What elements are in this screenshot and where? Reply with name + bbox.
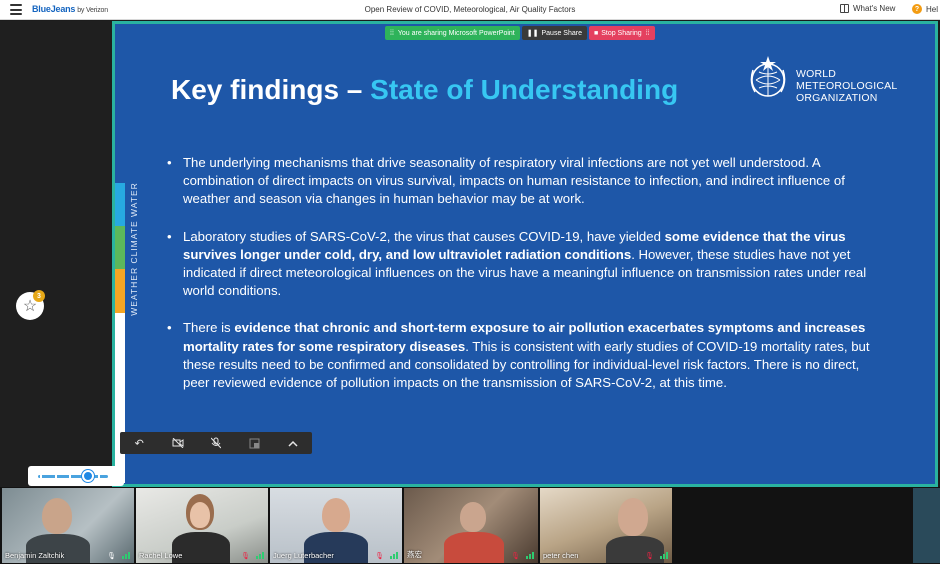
signal-icon [390, 552, 398, 559]
wmo-text: WORLD METEOROLOGICAL ORGANIZATION [796, 68, 897, 104]
slide-title: Key findings – State of Understanding [171, 74, 678, 106]
org-line: ORGANIZATION [796, 92, 878, 104]
org-line: WORLD [796, 68, 837, 80]
help-label: Hel [926, 4, 939, 14]
signal-icon [256, 552, 264, 559]
title-highlight: State of Understanding [370, 74, 679, 105]
mic-off-icon: 🎙 [375, 553, 384, 560]
top-bar: BlueJeans by Verizon Open Review of COVID… [0, 0, 940, 20]
participant-name: 燕宏 [407, 550, 422, 559]
window-title: Open Review of COVID, Meteorological, Ai… [364, 5, 576, 14]
participant-name: peter chen [543, 551, 579, 560]
participant-tile[interactable]: peter chen 🎙 [540, 488, 672, 563]
bullet-item: The underlying mechanisms that drive sea… [167, 154, 887, 209]
title-part1: Key findings – [171, 74, 363, 105]
pause-share-button[interactable]: ❚❚ Pause Share [521, 26, 587, 40]
gift-icon [840, 4, 849, 13]
presenter-toolbar: ↶ [120, 432, 312, 454]
share-bar: ⁞⁞ You are sharing Microsoft PowerPoint ❚… [385, 26, 655, 40]
stop-icon: ■ [593, 29, 599, 37]
participant-tile[interactable]: 燕宏 🎙 [404, 488, 538, 563]
stop-sharing-label: Stop Sharing [601, 29, 642, 37]
chevron-up-icon[interactable] [286, 436, 300, 450]
signal-icon [122, 552, 130, 559]
whats-new-button[interactable]: What's New [840, 4, 895, 13]
mic-off-icon: 🎙 [241, 553, 250, 560]
org-line: METEOROLOGICAL [796, 80, 898, 92]
climate-bar [115, 226, 125, 269]
favorite-badge: 3 [33, 290, 45, 302]
signal-icon [526, 552, 534, 559]
volume-knob[interactable] [82, 470, 94, 482]
pause-icon: ❚❚ [526, 30, 539, 37]
bullet-item: Laboratory studies of SARS-CoV-2, the vi… [167, 228, 887, 301]
participant-name: Juerg Luterbacher [273, 551, 334, 560]
stop-sharing-button[interactable]: ■ Stop Sharing ⁞⁞ [588, 26, 655, 40]
water-bar [115, 183, 125, 226]
shared-slide: ⁞⁞ You are sharing Microsoft PowerPoint ❚… [112, 21, 938, 487]
bullet-list: The underlying mechanisms that drive sea… [167, 154, 887, 411]
pause-share-label: Pause Share [541, 29, 582, 37]
mic-off-icon: 🎙 [511, 553, 520, 560]
grip-icon: ⁞⁞ [645, 29, 650, 37]
side-label: WEATHER CLIMATE WATER [129, 182, 140, 316]
mic-off-icon: 🎙 [645, 553, 654, 560]
layout-icon[interactable] [247, 436, 261, 450]
white-bar [115, 313, 125, 483]
left-pane [0, 21, 112, 487]
weather-bar [115, 269, 125, 313]
video-off-icon[interactable] [171, 436, 185, 450]
help-button[interactable]: ? Hel [912, 4, 938, 14]
grip-icon: ⁞⁞ [390, 29, 394, 37]
participant-tile[interactable]: Benjamin Zaltchik 🎙 [2, 488, 134, 563]
wmo-logo-block: WORLD METEOROLOGICAL ORGANIZATION [745, 54, 897, 104]
wmo-logo-icon [750, 56, 786, 97]
participant-name: Benjamin Zaltchik [5, 551, 65, 560]
mic-off-icon[interactable] [209, 436, 223, 450]
participant-tile[interactable]: Juerg Luterbacher 🎙 [270, 488, 402, 563]
participant-name: Rachel Lowe [139, 551, 183, 560]
volume-slider[interactable] [28, 466, 124, 486]
signal-icon [660, 552, 668, 559]
mic-icon: 🎙 [107, 553, 116, 560]
participant-gallery: Benjamin Zaltchik 🎙 Rachel Lowe 🎙 Juerg … [0, 487, 940, 564]
sharing-status: ⁞⁞ You are sharing Microsoft PowerPoint [385, 26, 520, 40]
participant-tile-partial[interactable] [913, 488, 940, 563]
back-icon[interactable]: ↶ [132, 436, 146, 450]
participant-tile[interactable]: Rachel Lowe 🎙 [136, 488, 268, 563]
sharing-status-label: You are sharing Microsoft PowerPoint [397, 29, 515, 37]
whats-new-label: What's New [853, 4, 896, 13]
bullet-item: There is evidence that chronic and short… [167, 319, 887, 392]
help-icon: ? [912, 4, 922, 14]
